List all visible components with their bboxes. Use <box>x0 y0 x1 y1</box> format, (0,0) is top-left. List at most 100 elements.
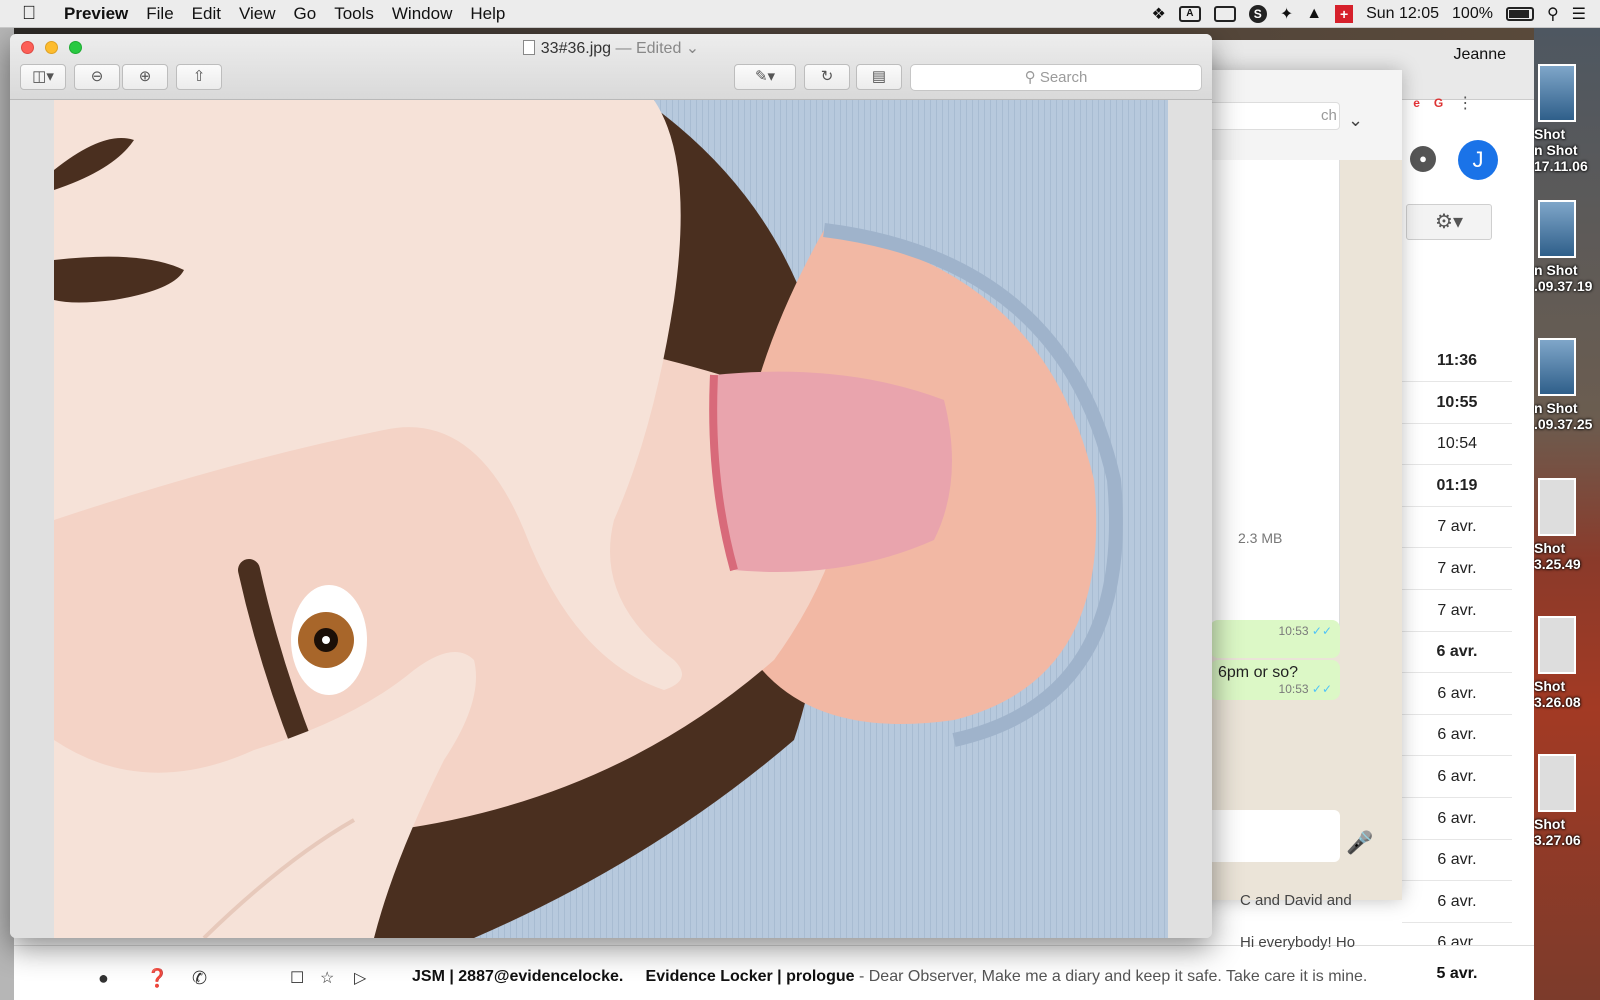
menu-edit[interactable]: Edit <box>192 4 221 24</box>
bluetooth-icon[interactable]: ✦ <box>1280 4 1293 24</box>
browser-extensions: △ e G ⋮ <box>1390 88 1510 118</box>
menu-help[interactable]: Help <box>470 4 505 24</box>
mail-row-date[interactable]: 6 avr. <box>1402 881 1512 923</box>
read-ticks-icon: ✓✓ <box>1311 624 1332 638</box>
mail-row-date[interactable]: 6 avr. <box>1402 798 1512 840</box>
spotlight-icon[interactable]: ⚲ <box>1547 4 1559 24</box>
notification-center-icon[interactable]: ☰ <box>1572 4 1586 24</box>
apple-icon[interactable]:  <box>22 3 50 25</box>
mail-row-date[interactable]: 6 avr. <box>1402 631 1512 674</box>
read-ticks-icon: ✓✓ <box>1311 682 1332 696</box>
checkbox[interactable]: ☐ <box>290 968 304 988</box>
photo-illustration <box>54 100 1168 938</box>
contacts-icon[interactable]: ● <box>98 968 109 989</box>
search-placeholder: Search <box>1039 69 1088 86</box>
clock[interactable]: Sun 12:05 <box>1366 5 1439 23</box>
markup-button[interactable]: ✎▾ <box>734 64 796 90</box>
whatsapp-search-input[interactable]: ch <box>1200 102 1340 130</box>
star-icon[interactable]: ☆ <box>320 968 334 988</box>
mail-sender: JSM | 2887@evidencelocke. <box>412 968 624 985</box>
mail-subject: Evidence Locker | prologue <box>645 968 855 985</box>
notifications-icon[interactable]: ● <box>1410 146 1436 172</box>
mail-row-date[interactable]: 6 avr. <box>1402 756 1512 798</box>
menu-bar:  Preview File Edit View Go Tools Window… <box>0 0 1600 28</box>
mail-row-date[interactable]: 7 avr. <box>1402 548 1512 590</box>
rotate-button[interactable]: ↻ <box>804 64 850 90</box>
mail-list-dates: 11:36 10:55 10:54 01:19 7 avr. 7 avr. 7 avr. 6 … <box>1402 340 1512 1000</box>
preview-window: 33#36.jpg — Edited ⌄ ◫▾ ⊖ ⊕ ⇧ ✎▾ ↻ ▤ ⚲ S… <box>10 34 1212 938</box>
battery-icon[interactable] <box>1505 7 1534 21</box>
mail-row-date[interactable]: 7 avr. <box>1402 506 1512 549</box>
desktop-file-label: Shot n Shot 17.11.06 <box>1534 126 1588 174</box>
settings-gear-icon[interactable]: ⚙▾ <box>1406 204 1492 240</box>
battery-percent[interactable]: 100% <box>1452 5 1493 23</box>
window-title[interactable]: 33#36.jpg — Edited ⌄ <box>10 38 1212 58</box>
search-input[interactable]: ⚲ Search <box>910 64 1202 91</box>
message-time: 10:53 ✓✓ <box>1278 624 1332 638</box>
dropbox-icon[interactable]: ❖ <box>1151 4 1165 24</box>
desktop-file-label: Shot 3.27.06 <box>1534 816 1581 848</box>
label-icon[interactable]: ▷ <box>354 968 366 988</box>
mail-row-date[interactable]: 10:55 <box>1402 382 1512 424</box>
flag-icon[interactable]: + <box>1335 5 1354 23</box>
desktop-file-label: Shot 3.25.49 <box>1534 540 1581 572</box>
adobe-icon[interactable]: A <box>1178 6 1201 22</box>
mail-row-date[interactable]: 11:36 <box>1402 340 1512 382</box>
mail-row-date[interactable]: 6 avr. <box>1402 714 1512 757</box>
preview-titlebar: 33#36.jpg — Edited ⌄ ◫▾ ⊖ ⊕ ⇧ ✎▾ ↻ ▤ ⚲ S… <box>10 34 1212 100</box>
message-bubble[interactable]: 6pm or so? 10:53 ✓✓ <box>1210 660 1340 700</box>
display-icon[interactable] <box>1213 6 1236 22</box>
mail-row-date[interactable]: 7 avr. <box>1402 590 1512 632</box>
hangouts-icon[interactable]: ❓ <box>146 968 168 989</box>
mail-row-preview[interactable]: JSM | 2887@evidencelocke. Evidence Locke… <box>412 968 1378 986</box>
desktop-file-screenshot[interactable]: n Shot .09.37.25 <box>1534 338 1594 432</box>
more-menu-icon[interactable]: ⋮ <box>1457 93 1473 113</box>
mail-snippet-1: C and David and <box>1240 892 1352 909</box>
avatar[interactable]: J <box>1458 140 1498 180</box>
mail-row-date[interactable]: 6 avr. <box>1402 673 1512 715</box>
menu-app-name[interactable]: Preview <box>64 4 128 24</box>
search-icon: ⚲ <box>1024 69 1036 86</box>
image-canvas <box>10 100 1212 938</box>
mail-snippet-2: Hi everybody! Ho <box>1240 934 1356 951</box>
mail-date-last: 5 avr. <box>1436 965 1478 982</box>
share-button[interactable]: ⇧ <box>176 64 222 90</box>
ebay-icon[interactable]: e <box>1413 96 1420 110</box>
mail-row-date[interactable]: 10:54 <box>1402 423 1512 466</box>
mail-snippet: - Dear Observer, Make me a diary and kee… <box>854 968 1368 985</box>
chevron-down-icon[interactable]: ⌄ <box>686 40 699 57</box>
menu-tools[interactable]: Tools <box>334 4 374 24</box>
toolbox-button[interactable]: ▤ <box>856 64 902 90</box>
message-bubble[interactable]: 10:53 ✓✓ <box>1210 620 1340 658</box>
message-text: 6pm or so? <box>1218 664 1299 681</box>
zoom-out-button[interactable]: ⊖ <box>74 64 120 90</box>
desktop-file-screenshot[interactable]: n Shot .09.37.19 <box>1534 200 1594 294</box>
microphone-icon[interactable]: 🎤 <box>1346 830 1373 856</box>
desktop-file-screenshot[interactable]: Shot n Shot 17.11.06 <box>1534 64 1594 174</box>
mail-row-date[interactable]: 01:19 <box>1402 465 1512 507</box>
wifi-icon[interactable]: ▲ <box>1306 5 1322 23</box>
zoom-in-button[interactable]: ⊕ <box>122 64 168 90</box>
file-size: 2.3 MB <box>1238 530 1283 546</box>
menu-view[interactable]: View <box>239 4 276 24</box>
desktop-file-screenshot[interactable]: Shot 3.25.49 <box>1534 478 1594 572</box>
mail-user-name[interactable]: Jeanne <box>1454 46 1507 64</box>
document-icon <box>522 40 535 55</box>
menu-go[interactable]: Go <box>294 4 317 24</box>
extension-badge-icon[interactable]: G <box>1434 96 1443 110</box>
message-time: 10:53 ✓✓ <box>1278 682 1332 696</box>
mail-row-date[interactable]: 6 avr. <box>1402 839 1512 882</box>
menu-file[interactable]: File <box>146 4 173 24</box>
desktop-file-label: Shot 3.26.08 <box>1534 678 1581 710</box>
skype-icon[interactable]: S <box>1248 5 1267 23</box>
menu-window[interactable]: Window <box>392 4 452 24</box>
status-menus: ❖ A S ✦ ▲ + Sun 12:05 100% ⚲ ☰ <box>1151 0 1586 28</box>
chevron-down-icon[interactable]: ⌄ <box>1348 110 1363 131</box>
mail-bottom-row[interactable]: ● ❓ ✆ ☐ ☆ ▷ JSM | 2887@evidencelocke. Ev… <box>14 945 1534 1000</box>
phone-icon[interactable]: ✆ <box>192 968 207 989</box>
desktop-file-screenshot[interactable]: Shot 3.27.06 <box>1534 754 1594 848</box>
desktop-file-screenshot[interactable]: Shot 3.26.08 <box>1534 616 1594 710</box>
sidebar-toggle-button[interactable]: ◫▾ <box>20 64 66 90</box>
photo[interactable] <box>54 100 1168 938</box>
desktop-file-label: n Shot .09.37.25 <box>1534 400 1593 432</box>
